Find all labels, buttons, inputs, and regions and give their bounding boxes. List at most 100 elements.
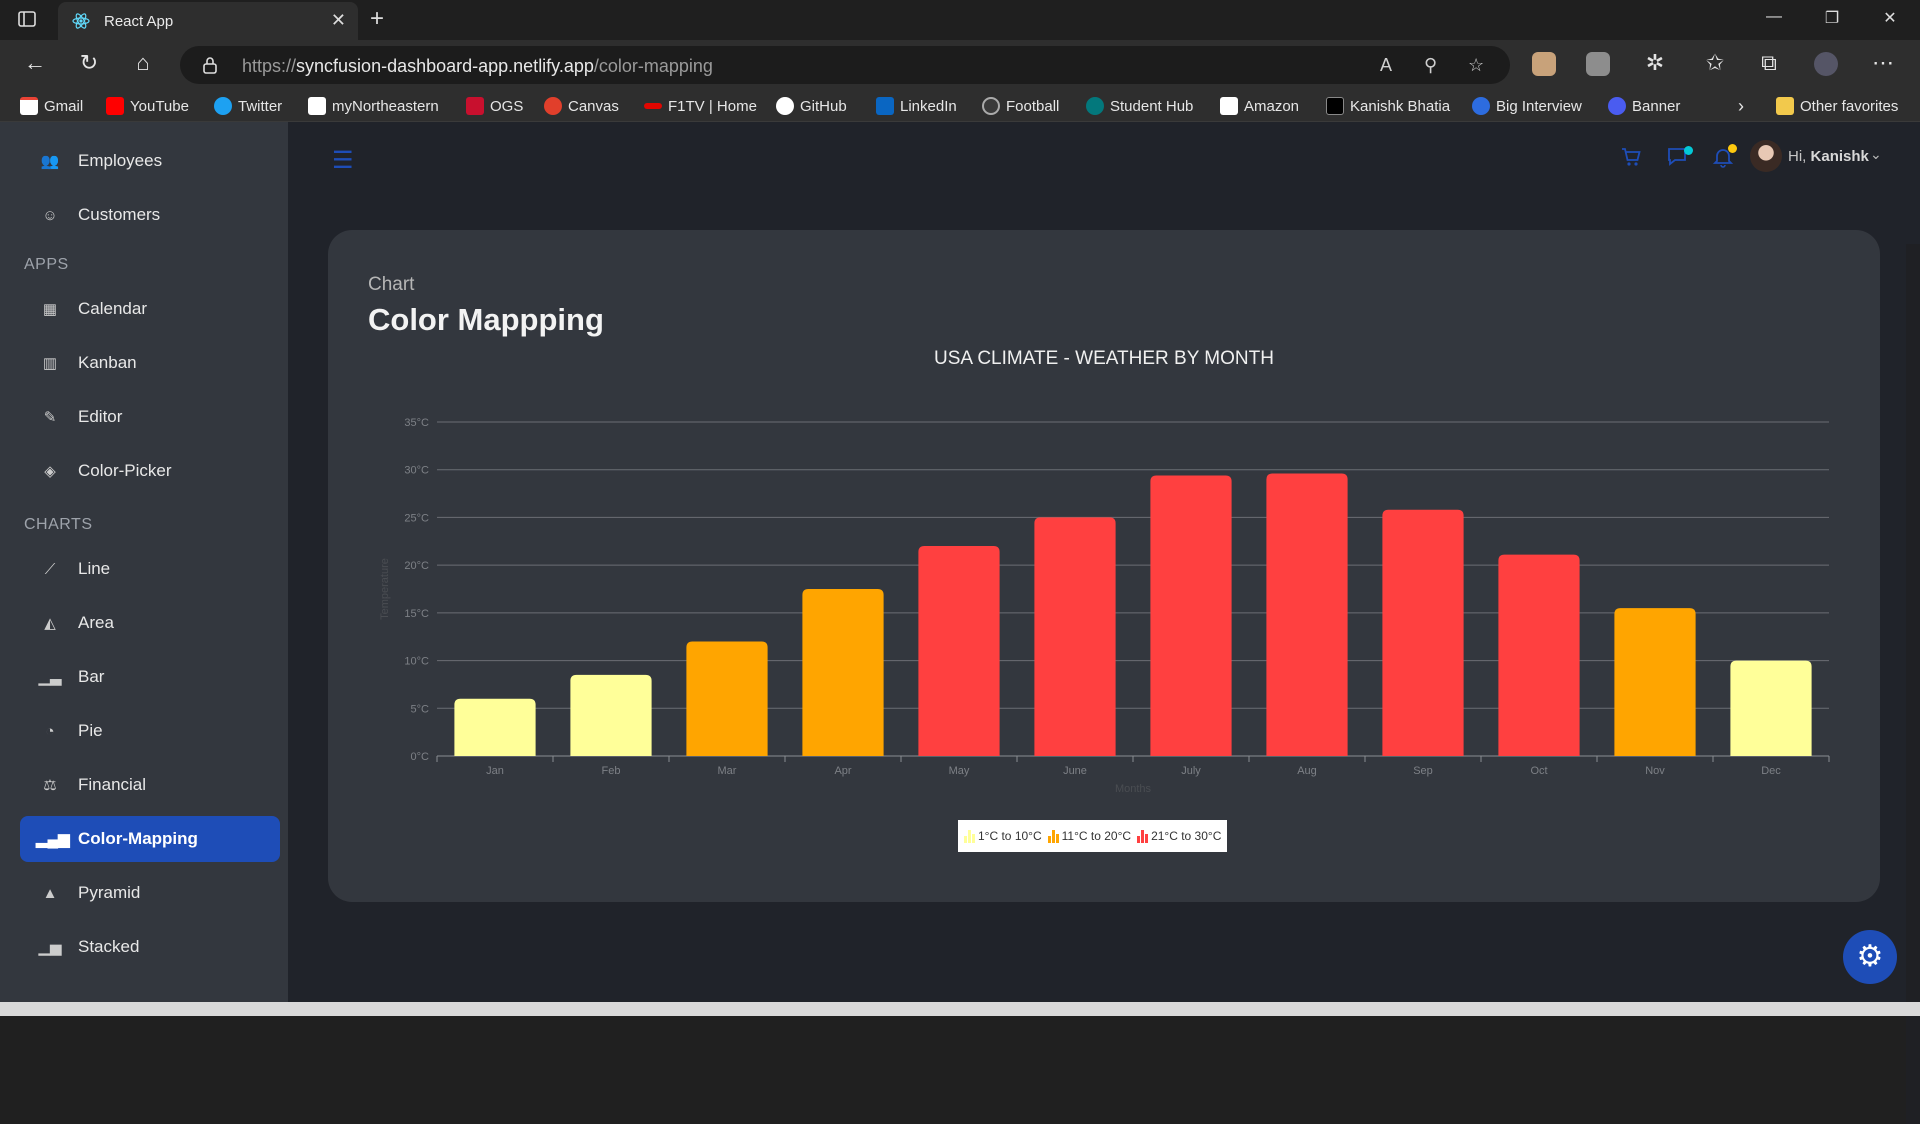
amazon-icon — [1220, 97, 1238, 115]
bookmark-football[interactable]: Football — [982, 96, 1059, 116]
bookmark-student-hub[interactable]: Student Hub — [1086, 96, 1193, 116]
back-icon[interactable]: ← — [20, 50, 50, 76]
x-tick-label: Sep — [1413, 765, 1433, 777]
sidebar-item-color-picker[interactable]: ◈ Color-Picker — [20, 448, 280, 494]
bar-jan — [454, 698, 536, 756]
bookmark-twitter[interactable]: Twitter — [214, 96, 282, 116]
horizontal-scrollbar[interactable] — [0, 1002, 1920, 1016]
employees-icon: 👥 — [40, 153, 60, 170]
bookmarks-overflow-chevron-icon[interactable]: › — [1738, 96, 1744, 116]
chat-notification-dot — [1684, 146, 1693, 155]
bookmark-mynortheastern[interactable]: myNortheastern — [308, 96, 439, 116]
legend-swatch-icon — [1047, 829, 1059, 843]
y-tick-label: 15°C — [404, 608, 429, 620]
chart-card: Chart Color Mappping USA CLIMATE - WEATH… — [328, 230, 1880, 902]
calendar-icon: ▦ — [42, 301, 58, 318]
address-bar[interactable]: https://syncfusion-dashboard-app.netlify… — [180, 46, 1510, 84]
page-title: Color Mappping — [368, 302, 604, 337]
sidebar-item-calendar[interactable]: ▦ Calendar — [20, 286, 280, 332]
bar-sep — [1382, 509, 1464, 756]
sharepoint-icon — [1086, 97, 1104, 115]
bar-july — [1150, 475, 1232, 756]
bar-mar — [686, 641, 768, 756]
browser-tab[interactable]: React App ✕ — [58, 2, 358, 40]
bookmark-ogs[interactable]: OGS — [466, 96, 523, 116]
bookmark-other-favorites[interactable]: Other favorites — [1776, 96, 1898, 116]
sidebar-item-editor[interactable]: ✎ Editor — [20, 394, 280, 440]
bookmark-f1tv[interactable]: F1TV | Home — [644, 96, 757, 116]
browser-nav-bar: ← ↻ ⌂ https://syncfusion-dashboard-app.n… — [0, 40, 1920, 90]
hamburger-menu-icon[interactable]: ☰ — [332, 146, 354, 175]
y-tick-label: 30°C — [404, 465, 429, 477]
sidebar-item-pyramid[interactable]: ▲ Pyramid — [20, 870, 280, 916]
new-tab-icon[interactable]: + — [370, 5, 384, 33]
reload-icon[interactable]: ↻ — [74, 50, 104, 76]
bookmark-kanishk-bhatia[interactable]: Kanishk Bhatia — [1326, 96, 1450, 116]
tab-title: React App — [104, 13, 174, 30]
x-axis-label: Months — [1115, 783, 1152, 795]
close-window-icon[interactable]: ✕ — [1878, 8, 1902, 28]
x-tick-label: June — [1063, 765, 1087, 777]
read-aloud-icon[interactable]: A — [1380, 55, 1392, 76]
sidebar-item-area[interactable]: ◭ Area — [20, 600, 280, 646]
bookmark-canvas[interactable]: Canvas — [544, 96, 619, 116]
more-menu-icon[interactable]: ⋯ — [1868, 50, 1898, 76]
folder-icon — [1776, 97, 1794, 115]
vertical-scrollbar[interactable] — [1906, 244, 1920, 1124]
sidebar-item-financial[interactable]: ⚖ Financial — [20, 762, 280, 808]
sidebar-item-line[interactable]: ⟋ Line — [20, 546, 280, 592]
sidebar-item-employees[interactable]: 👥 Employees — [20, 138, 280, 184]
y-tick-label: 0°C — [411, 751, 430, 763]
bookmark-amazon[interactable]: Amazon — [1220, 96, 1299, 116]
dashboard-app: 👥 Employees ☺ Customers APPS ▦ Calendar ▥ Ka… — [0, 122, 1920, 1124]
northeastern-icon — [308, 97, 326, 115]
add-favorite-icon[interactable]: ☆ — [1468, 55, 1484, 76]
legend-swatch-icon — [964, 829, 975, 843]
legend-item-range-1[interactable]: 1°C to 10°C — [964, 829, 1042, 843]
minimize-icon[interactable]: — — [1762, 8, 1786, 26]
home-icon[interactable]: ⌂ — [128, 50, 158, 76]
bar-oct — [1498, 554, 1580, 756]
sidebar-item-customers[interactable]: ☺ Customers — [20, 192, 280, 238]
profile-avatar-icon[interactable] — [1814, 52, 1838, 76]
bookmark-linkedin[interactable]: LinkedIn — [876, 96, 957, 116]
page-category: Chart — [368, 274, 415, 295]
kanban-icon: ▥ — [42, 355, 58, 372]
favorites-icon[interactable]: ✩ — [1700, 50, 1730, 76]
sidebar-item-kanban[interactable]: ▥ Kanban — [20, 340, 280, 386]
extensions-puzzle-icon[interactable]: ✲ — [1640, 50, 1670, 76]
chevron-down-icon[interactable]: ⌄ — [1870, 146, 1882, 163]
sidebar-item-bar[interactable]: ▁▃ Bar — [20, 654, 280, 700]
bookmark-big-interview[interactable]: Big Interview — [1472, 96, 1582, 116]
cart-icon[interactable] — [1620, 146, 1642, 174]
chart-title: USA CLIMATE - WEATHER BY MONTH — [934, 348, 1274, 369]
extension-icon[interactable] — [1586, 52, 1610, 76]
sidebar-item-pie[interactable]: ◔ Pie — [20, 708, 280, 754]
x-tick-label: Feb — [602, 765, 621, 777]
settings-gear-icon[interactable]: ⚙ — [1843, 930, 1897, 984]
collections-icon[interactable]: ⧉ — [1754, 50, 1784, 76]
x-tick-label: Apr — [834, 765, 851, 777]
sidebar-item-stacked[interactable]: ▁▅ Stacked — [20, 924, 280, 970]
x-tick-label: Nov — [1645, 765, 1665, 777]
sidebar-heading-charts: CHARTS — [24, 516, 93, 533]
user-avatar[interactable] — [1750, 140, 1782, 172]
line-chart-icon: ⟋ — [44, 560, 56, 578]
close-tab-icon[interactable]: ✕ — [331, 10, 346, 31]
bar-aug — [1266, 473, 1348, 756]
bookmark-banner[interactable]: Banner — [1608, 96, 1680, 116]
color-mapping-chart: 0°C 5°C 10°C 15°C 20°C 25°C 30°C 35°C Temperatur… — [379, 417, 1830, 795]
tab-actions-icon[interactable] — [18, 10, 38, 30]
bookmark-youtube[interactable]: YouTube — [106, 96, 189, 116]
x-tick-label: Aug — [1297, 765, 1317, 777]
sidebar-item-color-mapping[interactable]: ▂▄▆ Color-Mapping — [20, 816, 280, 862]
extension-icon[interactable] — [1532, 52, 1556, 76]
user-greeting[interactable]: Hi, Kanishk — [1788, 148, 1869, 165]
legend-item-range-3[interactable]: 21°C to 30°C — [1137, 829, 1221, 843]
legend-item-range-2[interactable]: 11°C to 20°C — [1047, 829, 1131, 843]
bookmark-gmail[interactable]: Gmail — [20, 96, 83, 116]
sidebar-heading-apps: APPS — [24, 256, 69, 273]
bookmark-github[interactable]: GitHub — [776, 96, 847, 116]
restore-icon[interactable]: ❐ — [1820, 8, 1844, 28]
zoom-icon[interactable]: ⚲ — [1424, 55, 1437, 76]
